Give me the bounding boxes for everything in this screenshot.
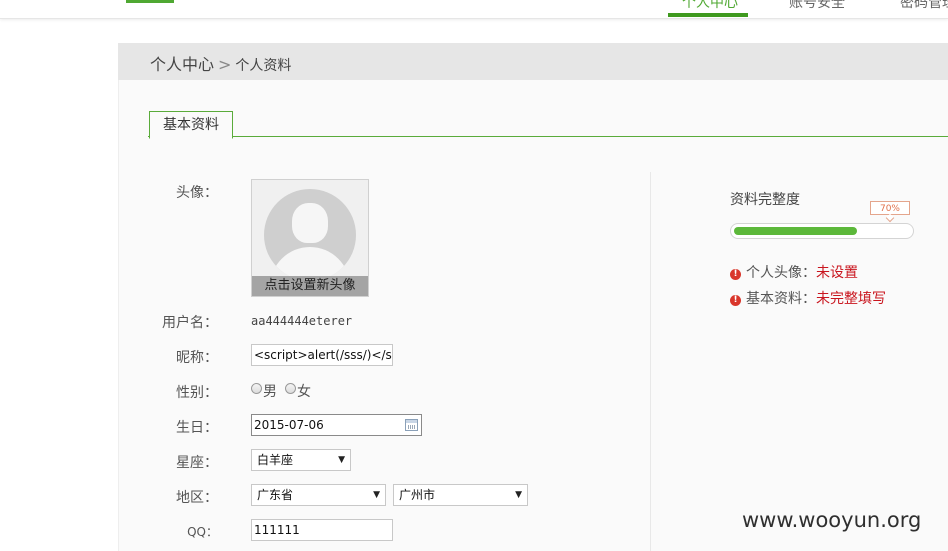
nav-active-indicator <box>668 13 748 17</box>
avatar-placeholder-icon <box>264 189 356 281</box>
nickname-input[interactable]: <script>alert(/sss/)</scr <box>251 344 393 366</box>
exclamation-circle-icon: ! <box>730 269 741 280</box>
avatar-label: 头像： <box>176 185 218 201</box>
column-divider <box>650 172 651 551</box>
chevron-down-icon: ▼ <box>373 490 380 500</box>
breadcrumb: 个人中心 > 个人资料 <box>150 51 291 75</box>
qq-input[interactable]: 111111 <box>251 519 393 541</box>
constellation-selected: 白羊座 <box>257 453 294 467</box>
completeness-item-basic-info: ! 基本资料：未完整填写 <box>730 288 886 308</box>
completeness-item-status[interactable]: 未完整填写 <box>816 291 886 307</box>
exclamation-circle-icon: ! <box>730 295 741 306</box>
breadcrumb-separator: > <box>218 55 232 74</box>
birthday-value: 2015-07-06 <box>254 418 324 432</box>
calendar-icon[interactable] <box>405 419 418 431</box>
completeness-item-label: 基本资料： <box>746 291 816 307</box>
completeness-item-status[interactable]: 未设置 <box>816 265 858 281</box>
tab-basic-info[interactable]: 基本资料 <box>149 111 233 139</box>
qq-label: QQ： <box>187 525 218 539</box>
completeness-progress-fill <box>734 227 857 235</box>
completeness-item-avatar: ! 个人头像：未设置 <box>730 262 858 282</box>
nav-item-profile[interactable]: 个人中心 <box>682 0 738 12</box>
completeness-percent-badge: 70% <box>870 201 910 215</box>
gender-label: 性别： <box>176 385 218 401</box>
completeness-title: 资料完整度 <box>730 192 800 208</box>
nickname-label: 昵称： <box>176 350 218 366</box>
watermark: www.wooyun.org <box>742 508 922 532</box>
chevron-down-icon: ▼ <box>338 455 345 465</box>
nav-item-account-security[interactable]: 账号安全 <box>789 0 845 12</box>
city-select[interactable]: 广州市 ▼ <box>393 484 528 506</box>
logo[interactable] <box>126 0 174 3</box>
birthday-label: 生日： <box>176 420 218 436</box>
region-label: 地区： <box>176 490 218 506</box>
tab-underline <box>148 136 948 137</box>
gender-male-radio[interactable] <box>251 383 262 394</box>
breadcrumb-current: 个人资料 <box>235 58 292 74</box>
constellation-select[interactable]: 白羊座 ▼ <box>251 449 351 471</box>
username-label: 用户名： <box>162 315 218 331</box>
avatar-caption[interactable]: 点击设置新头像 <box>252 276 368 296</box>
gender-female-label[interactable]: 女 <box>297 381 311 401</box>
birthday-input[interactable]: 2015-07-06 <box>251 414 422 436</box>
nav-item-password[interactable]: 密码管理 <box>900 0 948 12</box>
province-selected: 广东省 <box>257 488 294 502</box>
top-nav: 个人中心 账号安全 密码管理 <box>0 0 948 19</box>
avatar-upload[interactable]: 点击设置新头像 <box>251 179 369 297</box>
constellation-label: 星座： <box>176 455 218 471</box>
username-value: aa444444eterer <box>251 314 353 328</box>
breadcrumb-root[interactable]: 个人中心 <box>150 55 214 74</box>
completeness-progress-bar <box>730 223 914 239</box>
gender-female-radio[interactable] <box>285 383 296 394</box>
province-select[interactable]: 广东省 ▼ <box>251 484 386 506</box>
city-selected: 广州市 <box>399 488 436 502</box>
chevron-down-icon: ▼ <box>515 490 522 500</box>
completeness-item-label: 个人头像： <box>746 265 816 281</box>
gender-male-label[interactable]: 男 <box>263 381 277 401</box>
